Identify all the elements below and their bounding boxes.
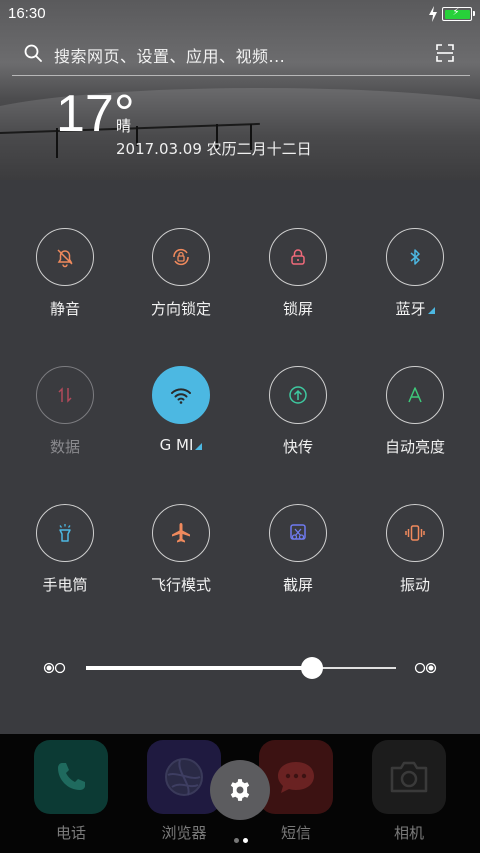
page-indicator	[232, 828, 250, 847]
toggle-label: 截屏	[282, 576, 313, 594]
browser-icon	[165, 758, 203, 796]
search-input[interactable]: 搜索网页、设置、应用、视频...	[54, 43, 285, 67]
toggle-circle[interactable]	[386, 228, 444, 286]
toggle-label: G MI	[123, 436, 239, 454]
toggle-circle[interactable]	[386, 366, 444, 424]
toggle-circle[interactable]	[152, 504, 210, 562]
charging-icon	[429, 6, 437, 22]
toggle-label: 自动亮度	[384, 438, 445, 456]
camera-app-tile[interactable]	[372, 740, 446, 814]
airplane-icon	[172, 523, 190, 543]
bell-mute-icon	[57, 249, 73, 268]
screenshot-icon	[290, 524, 306, 540]
toggle-circle[interactable]	[269, 504, 327, 562]
auto-brightness-icon	[408, 387, 422, 403]
toggle-label: 方向锁定	[150, 300, 211, 318]
toggle-circle[interactable]	[386, 504, 444, 562]
toggle-mobile-data[interactable]: 数据	[7, 366, 123, 457]
lock-icon	[291, 249, 305, 265]
battery-icon	[442, 7, 475, 21]
toggle-lock-screen[interactable]: 锁屏	[240, 228, 356, 319]
toggle-circle[interactable]	[152, 228, 210, 286]
toggle-circle[interactable]	[36, 366, 94, 424]
vibrate-icon	[405, 525, 425, 541]
toggle-circle[interactable]	[269, 228, 327, 286]
search-bar[interactable]: 搜索网页、设置、应用、视频...	[12, 34, 470, 76]
toggle-bluetooth[interactable]: 蓝牙	[357, 228, 473, 319]
phone-app-tile[interactable]	[34, 740, 108, 814]
app-label: 浏览器	[161, 824, 207, 842]
toggle-flashlight[interactable]: 手电筒	[7, 504, 123, 595]
toggle-airplane-mode[interactable]: 飞行模式	[123, 504, 239, 595]
toggle-label: 锁屏	[282, 300, 313, 318]
toggle-label: 静音	[49, 300, 80, 318]
camera-icon	[390, 761, 428, 793]
app-camera[interactable]: 相机	[369, 740, 449, 843]
settings-button[interactable]	[210, 760, 270, 820]
messages-app-tile[interactable]	[259, 740, 333, 814]
quick-transfer-icon	[289, 386, 307, 404]
toggle-circle[interactable]	[36, 504, 94, 562]
brightness-slider-fill	[86, 666, 313, 670]
status-bar: 16:30	[0, 0, 480, 28]
toggle-quick-transfer[interactable]: 快传	[240, 366, 356, 457]
weather-date: 2017.03.09 农历二月十二日	[116, 140, 312, 158]
app-label: 短信	[280, 824, 311, 842]
toggle-circle[interactable]	[152, 366, 210, 424]
brightness-high-icon	[414, 662, 437, 674]
app-phone[interactable]: 电话	[31, 740, 111, 843]
page-dot-active	[243, 838, 248, 843]
toggle-label: 数据	[49, 438, 80, 456]
flashlight-icon	[59, 524, 71, 542]
search-icon	[24, 44, 42, 62]
toggle-screenshot[interactable]: 截屏	[240, 504, 356, 595]
wifi-menu-caret-icon[interactable]	[195, 443, 203, 450]
toggle-circle[interactable]	[269, 366, 327, 424]
toggle-auto-brightness[interactable]: 自动亮度	[357, 366, 473, 457]
brightness-low-icon	[43, 662, 66, 674]
bluetooth-menu-caret-icon[interactable]	[427, 307, 435, 314]
app-label: 电话	[55, 824, 86, 842]
toggle-vibrate[interactable]: 振动	[357, 504, 473, 595]
toggle-label: 手电筒	[42, 576, 88, 594]
toggle-wifi[interactable]: G MI	[123, 366, 239, 454]
toggle-silent[interactable]: 静音	[7, 228, 123, 319]
phone-icon	[58, 763, 85, 790]
toggle-circle[interactable]	[36, 228, 94, 286]
gear-icon	[230, 779, 250, 801]
toggle-label: 快传	[282, 438, 313, 456]
app-label: 相机	[393, 824, 424, 842]
status-time: 16:30	[8, 5, 46, 22]
browser-app-tile[interactable]	[147, 740, 221, 814]
wifi-icon	[171, 388, 191, 404]
bluetooth-icon	[410, 249, 420, 265]
page-dot	[234, 838, 239, 843]
rotation-lock-icon	[173, 248, 189, 266]
toggle-label: 蓝牙	[357, 298, 473, 319]
weather-condition: 晴	[116, 117, 132, 135]
toggle-label: 振动	[399, 576, 430, 594]
data-arrows-icon	[58, 387, 72, 403]
toggle-label: 飞行模式	[150, 576, 211, 594]
message-icon	[278, 762, 314, 793]
toggle-rotation-lock[interactable]: 方向锁定	[123, 228, 239, 319]
scan-icon[interactable]	[436, 44, 454, 62]
